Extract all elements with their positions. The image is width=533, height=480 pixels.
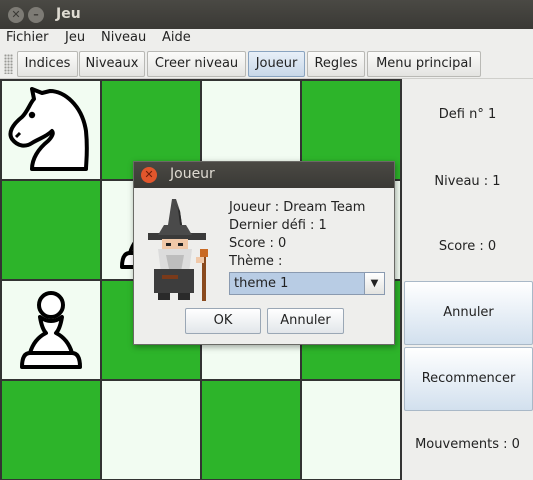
window-titlebar: ✕ – Jeu [0, 0, 533, 29]
menu-principal-button[interactable]: Menu principal [367, 51, 481, 77]
menu-fichier[interactable]: Fichier [6, 30, 49, 45]
niveaux-button[interactable]: Niveaux [79, 51, 145, 77]
window-title: Jeu [56, 6, 81, 22]
dialog-annuler-button[interactable]: Annuler [267, 308, 344, 334]
recommencer-button[interactable]: Recommencer [404, 347, 533, 411]
board-cell[interactable] [2, 181, 100, 279]
dialog-title: Joueur [170, 166, 215, 182]
dialog-close-icon[interactable]: ✕ [141, 167, 157, 183]
joueur-info: Joueur : Dream Team [229, 200, 366, 215]
knight-icon[interactable] [2, 81, 100, 179]
creer-niveau-button[interactable]: Creer niveau [147, 51, 246, 77]
board-cell[interactable] [102, 381, 200, 479]
indices-button[interactable]: Indices [17, 51, 78, 77]
wizard-icon [148, 199, 208, 301]
regles-button[interactable]: Regles [307, 51, 365, 77]
mouvements-label: Mouvements : 0 [415, 437, 520, 452]
dialog-titlebar: ✕ Joueur [134, 162, 394, 188]
menu-niveau[interactable]: Niveau [101, 30, 146, 45]
board-cell[interactable] [2, 381, 100, 479]
theme-label: Thème : [229, 254, 283, 269]
pawn-icon[interactable] [2, 281, 100, 379]
menu-bar: Fichier Jeu Niveau Aide [0, 29, 533, 49]
joueur-button[interactable]: Joueur [248, 51, 305, 77]
dernier-defi-info: Dernier défi : 1 [229, 218, 327, 233]
board-cell[interactable] [302, 381, 400, 479]
menu-aide[interactable]: Aide [162, 30, 191, 45]
annuler-button[interactable]: Annuler [404, 281, 533, 345]
theme-select-value: theme 1 [234, 276, 289, 291]
menu-jeu[interactable]: Jeu [65, 30, 85, 45]
chevron-down-icon[interactable]: ▼ [364, 273, 384, 294]
defi-label: Defi n° 1 [438, 107, 497, 122]
niveau-label: Niveau : 1 [434, 174, 501, 189]
score-label: Score : 0 [438, 239, 497, 254]
score-info: Score : 0 [229, 236, 287, 251]
theme-select[interactable]: theme 1 ▼ [229, 272, 385, 295]
toolbar: Indices Niveaux Creer niveau Joueur Regl… [0, 49, 533, 79]
board-cell[interactable] [202, 381, 300, 479]
minimize-icon[interactable]: – [28, 7, 44, 23]
close-icon[interactable]: ✕ [8, 7, 24, 23]
ok-button[interactable]: OK [185, 308, 261, 334]
joueur-dialog: ✕ Joueur Joueur : Dream Team Dernier déf… [133, 161, 395, 345]
side-panel: Defi n° 1 Niveau : 1 Score : 0 Annuler R… [402, 79, 533, 480]
toolbar-grip[interactable] [4, 54, 13, 74]
